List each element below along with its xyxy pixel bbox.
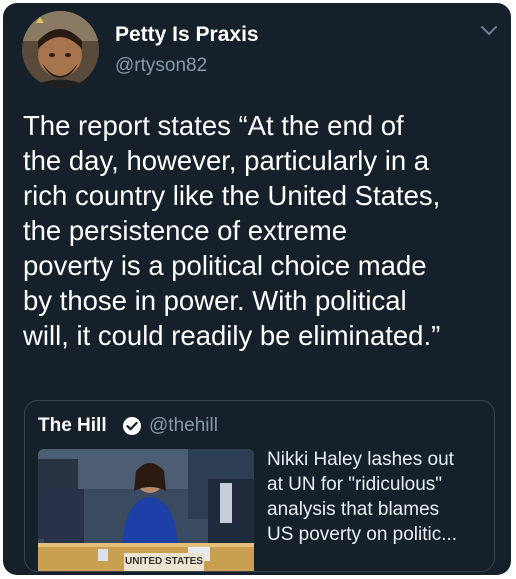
avatar-photo-icon: [22, 11, 99, 88]
tweet-text-line: the persistence of extreme: [23, 215, 348, 246]
quoted-author-name[interactable]: The Hill: [38, 415, 107, 437]
quoted-article-headline[interactable]: Nikki Haley lashes out at UN for "ridicu…: [267, 447, 489, 547]
tweet-text-line: will, it could readily be eliminated.”: [23, 320, 441, 351]
headline-line: US poverty on politic...: [267, 524, 458, 545]
tweet-text-line: The report states “At the end of: [23, 110, 404, 141]
headline-line: analysis that blames: [267, 499, 440, 520]
author-handle[interactable]: @rtyson82: [115, 55, 207, 77]
chevron-down-icon[interactable]: [479, 23, 499, 39]
tweet-text-line: rich country like the United States,: [23, 180, 441, 211]
quoted-tweet[interactable]: The Hill @thehill UNITED STATES Nikki Ha…: [24, 400, 495, 572]
tweet-text: The report states “At the end of the day…: [23, 108, 499, 353]
headline-line: Nikki Haley lashes out: [267, 449, 454, 470]
quoted-article-image[interactable]: UNITED STATES: [38, 449, 254, 571]
tweet-text-line: by those in power. With political: [23, 285, 407, 316]
author-display-name[interactable]: Petty Is Praxis: [115, 23, 259, 47]
quoted-author-handle[interactable]: @thehill: [149, 415, 218, 437]
tweet-text-line: the day, however, particularly in a: [23, 145, 430, 176]
tweet-card: Petty Is Praxis @rtyson82 The report sta…: [3, 3, 511, 575]
tweet-text-line: poverty is a political choice made: [23, 250, 427, 281]
verified-badge-icon: [122, 416, 142, 436]
author-avatar[interactable]: [22, 11, 99, 88]
nameplate-label: UNITED STATES: [125, 556, 203, 567]
headline-line: at UN for "ridiculous": [267, 474, 443, 495]
